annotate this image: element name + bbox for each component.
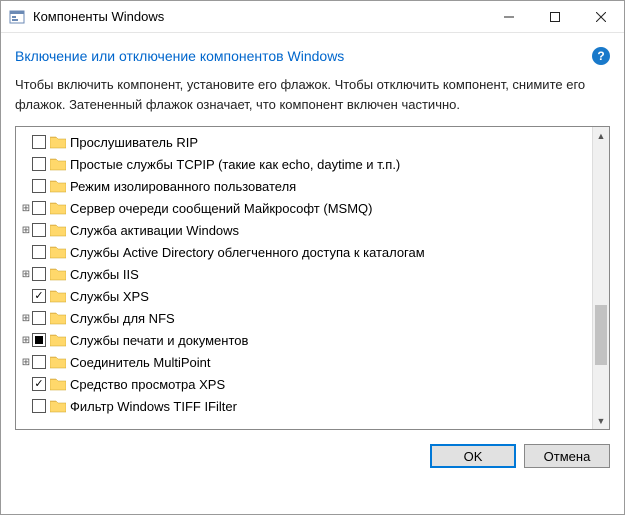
help-icon[interactable]: ? [592,47,610,65]
scroll-down-icon[interactable]: ▼ [593,412,609,429]
expand-icon[interactable]: ⊞ [20,335,32,346]
feature-checkbox[interactable] [32,267,46,281]
scroll-track[interactable] [593,144,609,412]
feature-checkbox[interactable] [32,333,46,347]
folder-icon [50,289,66,303]
tree-item[interactable]: Фильтр Windows TIFF IFilter [18,395,590,417]
close-button[interactable] [578,1,624,32]
feature-checkbox[interactable] [32,355,46,369]
feature-checkbox[interactable] [32,179,46,193]
expand-icon[interactable]: ⊞ [20,203,32,214]
description-text: Чтобы включить компонент, установите его… [15,75,610,126]
titlebar: Компоненты Windows [1,1,624,33]
folder-icon [50,201,66,215]
expand-icon[interactable]: ⊞ [20,357,32,368]
expand-icon[interactable]: ⊞ [20,269,32,280]
window-title: Компоненты Windows [33,9,486,24]
tree-item[interactable]: Прослушиватель RIP [18,131,590,153]
features-tree: Прослушиватель RIP Простые службы TCPIP (… [15,126,610,430]
scrollbar[interactable]: ▲ ▼ [592,127,609,429]
feature-checkbox[interactable] [32,223,46,237]
features-tree-viewport: Прослушиватель RIP Простые службы TCPIP (… [16,127,592,429]
folder-icon [50,157,66,171]
feature-label: Служба активации Windows [70,223,239,238]
feature-checkbox[interactable] [32,311,46,325]
dialog-footer: OK Отмена [1,430,624,478]
tree-item[interactable]: ⊞ Службы для NFS [18,307,590,329]
feature-label: Службы IIS [70,267,139,282]
folder-icon [50,245,66,259]
feature-label: Службы XPS [70,289,149,304]
ok-button[interactable]: OK [430,444,516,468]
feature-label: Службы Active Directory облегченного дос… [70,245,425,260]
window-controls [486,1,624,32]
feature-label: Прослушиватель RIP [70,135,198,150]
scroll-up-icon[interactable]: ▲ [593,127,609,144]
expand-icon[interactable]: ⊞ [20,225,32,236]
folder-icon [50,333,66,347]
feature-checkbox[interactable] [32,245,46,259]
tree-item[interactable]: Службы Active Directory облегченного дос… [18,241,590,263]
folder-icon [50,355,66,369]
tree-item[interactable]: ⊞ Службы IIS [18,263,590,285]
tree-item[interactable]: Режим изолированного пользователя [18,175,590,197]
feature-label: Службы печати и документов [70,333,248,348]
folder-icon [50,311,66,325]
scroll-thumb[interactable] [595,305,607,365]
feature-checkbox[interactable] [32,201,46,215]
folder-icon [50,377,66,391]
cancel-button[interactable]: Отмена [524,444,610,468]
minimize-button[interactable] [486,1,532,32]
feature-label: Соединитель MultiPoint [70,355,211,370]
tree-item[interactable]: Простые службы TCPIP (такие как echo, da… [18,153,590,175]
tree-item[interactable]: Службы XPS [18,285,590,307]
feature-checkbox[interactable] [32,377,46,391]
feature-checkbox[interactable] [32,289,46,303]
folder-icon [50,399,66,413]
tree-item[interactable]: Средство просмотра XPS [18,373,590,395]
expand-icon[interactable]: ⊞ [20,313,32,324]
feature-label: Простые службы TCPIP (такие как echo, da… [70,157,400,172]
feature-label: Средство просмотра XPS [70,377,225,392]
tree-item[interactable]: ⊞ Служба активации Windows [18,219,590,241]
feature-checkbox[interactable] [32,157,46,171]
maximize-button[interactable] [532,1,578,32]
tree-item[interactable]: ⊞ Службы печати и документов [18,329,590,351]
feature-checkbox[interactable] [32,399,46,413]
tree-item[interactable]: ⊞ Сервер очереди сообщений Майкрософт (MS… [18,197,590,219]
page-heading: Включение или отключение компонентов Win… [15,48,344,64]
page-heading-row: Включение или отключение компонентов Win… [15,43,610,75]
folder-icon [50,267,66,281]
folder-icon [50,223,66,237]
feature-label: Службы для NFS [70,311,175,326]
tree-item[interactable]: ⊞ Соединитель MultiPoint [18,351,590,373]
folder-icon [50,135,66,149]
feature-checkbox[interactable] [32,135,46,149]
feature-label: Режим изолированного пользователя [70,179,296,194]
app-icon [9,9,25,25]
folder-icon [50,179,66,193]
feature-label: Фильтр Windows TIFF IFilter [70,399,237,414]
feature-label: Сервер очереди сообщений Майкрософт (MSM… [70,201,372,216]
